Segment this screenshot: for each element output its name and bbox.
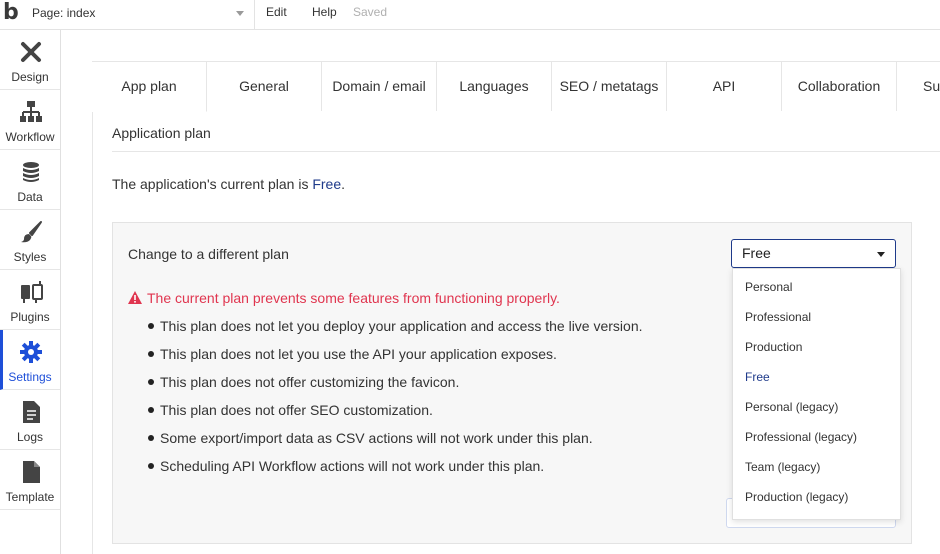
page-select-label: Page: index [32,6,96,20]
plug-icon [21,281,43,303]
tab-languages[interactable]: Languages [437,62,552,111]
tab-api[interactable]: API [667,62,782,111]
chevron-down-icon [236,11,244,16]
database-icon [23,162,39,182]
nav-item-logs[interactable]: Logs [0,390,60,450]
workflow-icon [20,101,42,122]
nav-item-template[interactable]: Template [0,450,60,510]
nav-label-styles: Styles [13,250,47,264]
plan-option-professional-legacy[interactable]: Professional (legacy) [745,430,857,444]
list-item: This plan does not let you deploy your a… [148,317,728,345]
warning-icon [128,291,142,304]
list-item-text: This plan does not offer SEO customizati… [160,402,433,418]
plan-select-value: Free [742,245,771,261]
bullet-icon [148,463,154,469]
section-divider [112,151,940,152]
bullet-icon [148,435,154,441]
change-plan-label: Change to a different plan [128,246,289,262]
plan-warning: The current plan prevents some features … [128,290,560,306]
list-item-text: Some export/import data as CSV actions w… [160,430,593,446]
list-item: This plan does not offer SEO customizati… [148,401,728,429]
list-item-text: This plan does not let you deploy your a… [160,318,643,334]
nav-item-plugins[interactable]: Plugins [0,270,60,330]
nav-item-settings[interactable]: Settings [0,330,60,390]
page-select[interactable]: Page: index [28,2,252,24]
current-plan-suffix: . [341,176,346,192]
nav-item-styles[interactable]: Styles [0,210,60,270]
settings-tabs: App plan General Domain / email Language… [92,61,940,112]
current-plan-prefix: The application's current plan is [112,176,313,192]
template-icon [23,461,40,483]
plan-option-professional[interactable]: Professional [745,310,811,324]
plan-option-free[interactable]: Free [745,370,770,384]
top-bar: b Page: index Edit Help Saved [0,0,940,30]
tab-seo-metatags[interactable]: SEO / metatags [552,62,667,111]
nav-label-template: Template [5,490,55,504]
tab-partial[interactable]: Su [897,62,940,111]
nav-label-logs: Logs [16,430,44,444]
nav-item-data[interactable]: Data [0,150,60,210]
bullet-icon [148,379,154,385]
plan-option-production-legacy[interactable]: Production (legacy) [745,490,848,504]
list-item: This plan does not let you use the API y… [148,345,728,373]
list-item-text: Scheduling API Workflow actions will not… [160,458,545,474]
left-nav: Design Workflow Data Styles Plugins Sett… [0,30,61,554]
help-menu[interactable]: Help [312,5,337,19]
list-item: Scheduling API Workflow actions will not… [148,457,728,485]
nav-item-design[interactable]: Design [0,30,60,90]
content-border [92,61,93,554]
plan-dropdown: Personal Professional Production Free Pe… [732,268,901,520]
bullet-icon [148,407,154,413]
nav-label-design: Design [11,70,49,84]
list-item-text: This plan does not offer customizing the… [160,374,460,390]
section-title: Application plan [112,125,211,141]
list-item: Some export/import data as CSV actions w… [148,429,728,457]
list-item: This plan does not offer customizing the… [148,373,728,401]
warning-text: The current plan prevents some features … [147,290,560,306]
nav-item-workflow[interactable]: Workflow [0,90,60,150]
list-item-text: This plan does not let you use the API y… [160,346,557,362]
plan-option-personal-legacy[interactable]: Personal (legacy) [745,400,838,414]
plan-limitations-list: This plan does not let you deploy your a… [148,317,728,485]
chevron-down-icon [877,252,885,257]
bullet-icon [148,351,154,357]
current-plan-text: The application's current plan is Free. [112,176,345,192]
plan-option-production[interactable]: Production [745,340,802,354]
brush-icon [21,221,42,243]
tab-collaboration[interactable]: Collaboration [782,62,897,111]
gear-icon [20,341,42,363]
bullet-icon [148,323,154,329]
nav-label-data: Data [17,190,43,204]
document-icon [23,401,40,423]
design-icon [21,42,41,62]
tab-domain-email[interactable]: Domain / email [322,62,437,111]
plan-option-personal[interactable]: Personal [745,280,792,294]
bubble-logo: b [3,0,19,25]
nav-label-settings: Settings [8,370,52,384]
tab-general[interactable]: General [207,62,322,111]
tab-app-plan[interactable]: App plan [92,62,207,112]
nav-label-workflow: Workflow [5,130,55,144]
save-status: Saved [353,5,388,19]
current-plan-value: Free [312,176,342,192]
nav-label-plugins: Plugins [10,310,50,324]
edit-menu[interactable]: Edit [266,5,287,19]
plan-option-team-legacy[interactable]: Team (legacy) [745,460,820,474]
toolbar-divider [254,0,255,30]
plan-select[interactable]: Free [731,239,896,268]
